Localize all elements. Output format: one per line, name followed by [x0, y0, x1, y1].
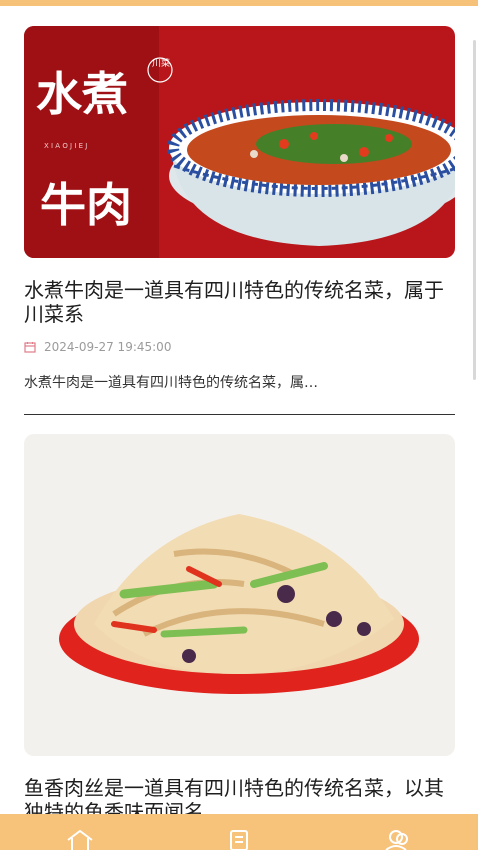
article-divider: [24, 414, 455, 415]
article-timestamp: 2024-09-27 19:45:00: [44, 340, 172, 354]
article-thumbnail[interactable]: [24, 434, 455, 756]
article-card[interactable]: 水煮 牛肉 川菜 X I A O J I E J 水煮牛肉是一道具有四川特色的传…: [24, 26, 455, 392]
article-summary: 水煮牛肉是一道具有四川特色的传统名菜，属…: [24, 375, 318, 391]
banner-tag: 川菜: [152, 57, 170, 69]
banner-title-line1: 水煮: [36, 67, 128, 121]
article-feed: 水煮 牛肉 川菜 X I A O J I E J 水煮牛肉是一道具有四川特色的传…: [0, 0, 478, 850]
nav-list[interactable]: [224, 828, 254, 850]
article-thumbnail[interactable]: 水煮 牛肉 川菜 X I A O J I E J: [24, 26, 455, 258]
home-icon: [67, 829, 93, 850]
nav-home[interactable]: [65, 828, 95, 850]
shredded-pork-illustration: [24, 434, 455, 756]
banner-title-line2: 牛肉: [40, 178, 132, 232]
article-meta: 2024-09-27 19:45:00: [24, 340, 455, 354]
banner-pinyin: X I A O J I E J: [44, 142, 87, 150]
bottom-nav: [0, 814, 478, 850]
list-icon: [229, 830, 248, 850]
calendar-icon: [24, 342, 36, 353]
nav-user[interactable]: [383, 828, 413, 850]
user-icon: [385, 830, 409, 850]
boiled-beef-illustration: 水煮 牛肉 川菜 X I A O J I E J: [24, 26, 455, 258]
article-title[interactable]: 水煮牛肉是一道具有四川特色的传统名菜，属于川菜系: [24, 278, 455, 326]
article-card[interactable]: 鱼香肉丝是一道具有四川特色的传统名菜，以其独特的鱼香味而闻名: [24, 434, 455, 824]
